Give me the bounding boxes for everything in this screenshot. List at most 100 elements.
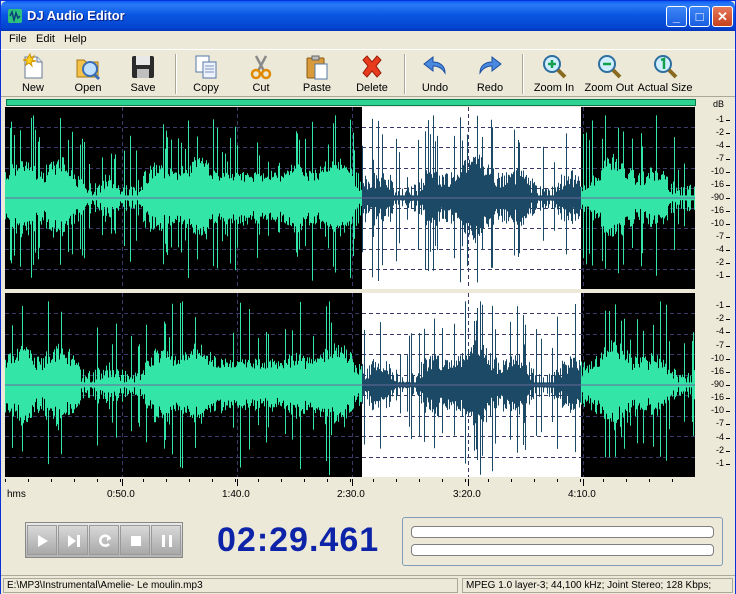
- toolbar: New Open Save Copy Cut Paste Delete Undo…: [1, 49, 735, 97]
- toolbar-separator: [522, 54, 524, 94]
- open-label: Open: [74, 82, 102, 94]
- zoom-in-label: Zoom In: [533, 82, 575, 94]
- waveform-channel-left[interactable]: [5, 107, 695, 289]
- waveform-channel-right[interactable]: [5, 293, 695, 477]
- time-minor-tick: [143, 479, 144, 482]
- undo-arrow-icon: [423, 55, 446, 75]
- db-tick-mark: [726, 185, 730, 186]
- menu-help[interactable]: Help: [64, 33, 87, 45]
- time-minor-tick: [235, 479, 236, 482]
- stop-button[interactable]: [120, 525, 150, 555]
- time-tick-mark: [583, 479, 584, 486]
- playback-time: 02:29.461: [217, 521, 380, 559]
- play-icon: [38, 535, 48, 547]
- title-bar[interactable]: DJ Audio Editor _ □ ✕: [1, 1, 735, 31]
- time-minor-tick: [258, 479, 259, 482]
- time-tick-label: 0:50.0: [107, 489, 135, 500]
- new-file-icon: [22, 53, 43, 79]
- zoom-out-icon: [598, 55, 622, 79]
- menu-file[interactable]: File: [9, 33, 27, 45]
- time-minor-tick: [626, 479, 627, 482]
- redo-button[interactable]: Redo: [462, 51, 518, 97]
- play-selection-button[interactable]: [58, 525, 88, 555]
- paste-button[interactable]: Paste: [289, 51, 345, 97]
- time-tick-label: 4:10.0: [568, 489, 596, 500]
- time-tick-mark: [122, 479, 123, 486]
- actual-size-button[interactable]: Actual Size: [635, 51, 695, 97]
- time-minor-tick: [396, 479, 397, 482]
- audio-format-status: MPEG 1.0 layer-3; 44,100 kHz; Joint Ster…: [462, 578, 733, 593]
- level-meter-right: [411, 544, 714, 556]
- time-minor-tick: [373, 479, 374, 482]
- file-path-status: E:\MP3\Instrumental\Amelie- Le moulin.mp…: [3, 578, 458, 593]
- time-minor-tick: [580, 479, 581, 482]
- close-button[interactable]: ✕: [712, 6, 733, 27]
- save-disk-icon: [132, 56, 154, 78]
- delete-x-icon: [362, 55, 382, 78]
- app-icon: [8, 9, 22, 23]
- time-minor-tick: [51, 479, 52, 482]
- time-minor-tick: [603, 479, 604, 482]
- zoom-in-button[interactable]: Zoom In: [526, 51, 582, 97]
- time-tick-mark: [352, 479, 353, 486]
- time-minor-tick: [557, 479, 558, 482]
- db-tick-label: -7: [715, 418, 724, 429]
- save-button[interactable]: Save: [115, 51, 171, 97]
- db-tick-mark: [726, 332, 730, 334]
- db-tick-mark: [726, 146, 730, 147]
- db-tick-label: -2: [715, 257, 724, 267]
- time-minor-tick: [488, 479, 489, 482]
- loop-button[interactable]: [89, 525, 119, 555]
- pause-icon: [162, 535, 172, 547]
- copy-label: Copy: [193, 82, 219, 94]
- minimize-button[interactable]: _: [666, 6, 687, 27]
- time-minor-tick: [511, 479, 512, 482]
- undo-button[interactable]: Undo: [407, 51, 463, 97]
- paste-clipboard-icon: [306, 55, 328, 80]
- maximize-button[interactable]: □: [689, 6, 710, 27]
- redo-label: Redo: [476, 82, 504, 94]
- overview-bar[interactable]: [6, 99, 696, 106]
- db-tick-mark: [726, 133, 730, 134]
- paste-label: Paste: [302, 82, 332, 94]
- open-button[interactable]: Open: [60, 51, 116, 97]
- db-tick-mark: [726, 371, 730, 373]
- db-tick-label: -10: [710, 352, 724, 363]
- db-tick-label: -1: [715, 270, 724, 280]
- new-button[interactable]: New: [5, 51, 61, 97]
- zoom-out-button[interactable]: Zoom Out: [581, 51, 637, 97]
- time-minor-tick: [281, 479, 282, 482]
- play-button[interactable]: [27, 525, 57, 555]
- pause-button[interactable]: [151, 525, 181, 555]
- time-minor-tick: [189, 479, 190, 482]
- db-tick-label: -4: [715, 326, 724, 337]
- time-minor-tick: [350, 479, 351, 482]
- delete-label: Delete: [356, 82, 388, 94]
- cut-label: Cut: [252, 82, 270, 94]
- cut-button[interactable]: Cut: [233, 51, 289, 97]
- db-tick-label: -2: [715, 313, 724, 324]
- menu-edit[interactable]: Edit: [36, 33, 55, 45]
- db-tick-label: -1: [715, 114, 724, 124]
- save-label: Save: [130, 82, 156, 94]
- db-tick-label: -7: [715, 153, 724, 163]
- time-minor-tick: [672, 479, 673, 482]
- actual-size-icon: [654, 55, 678, 79]
- db-tick-label: -4: [715, 244, 724, 254]
- db-tick-mark: [726, 198, 730, 199]
- waveform-svg-right: [5, 293, 695, 477]
- copy-icon: [195, 55, 217, 79]
- db-tick-mark: [726, 424, 730, 426]
- delete-button[interactable]: Delete: [344, 51, 400, 97]
- db-tick-label: -2: [715, 444, 724, 455]
- scissors-icon: [250, 55, 272, 80]
- time-tick-label: 3:20.0: [453, 489, 481, 500]
- level-meter-left: [411, 526, 714, 538]
- time-ruler[interactable]: hms 0:50.0 1:40.0 2:30.0 3:20.0 4:10.0: [5, 479, 695, 503]
- time-minor-tick: [304, 479, 305, 482]
- db-tick-mark: [726, 211, 730, 212]
- db-tick-label: -1: [715, 457, 724, 468]
- copy-button[interactable]: Copy: [178, 51, 234, 97]
- zoom-in-icon: [543, 55, 567, 79]
- db-tick-label: -90: [710, 192, 724, 202]
